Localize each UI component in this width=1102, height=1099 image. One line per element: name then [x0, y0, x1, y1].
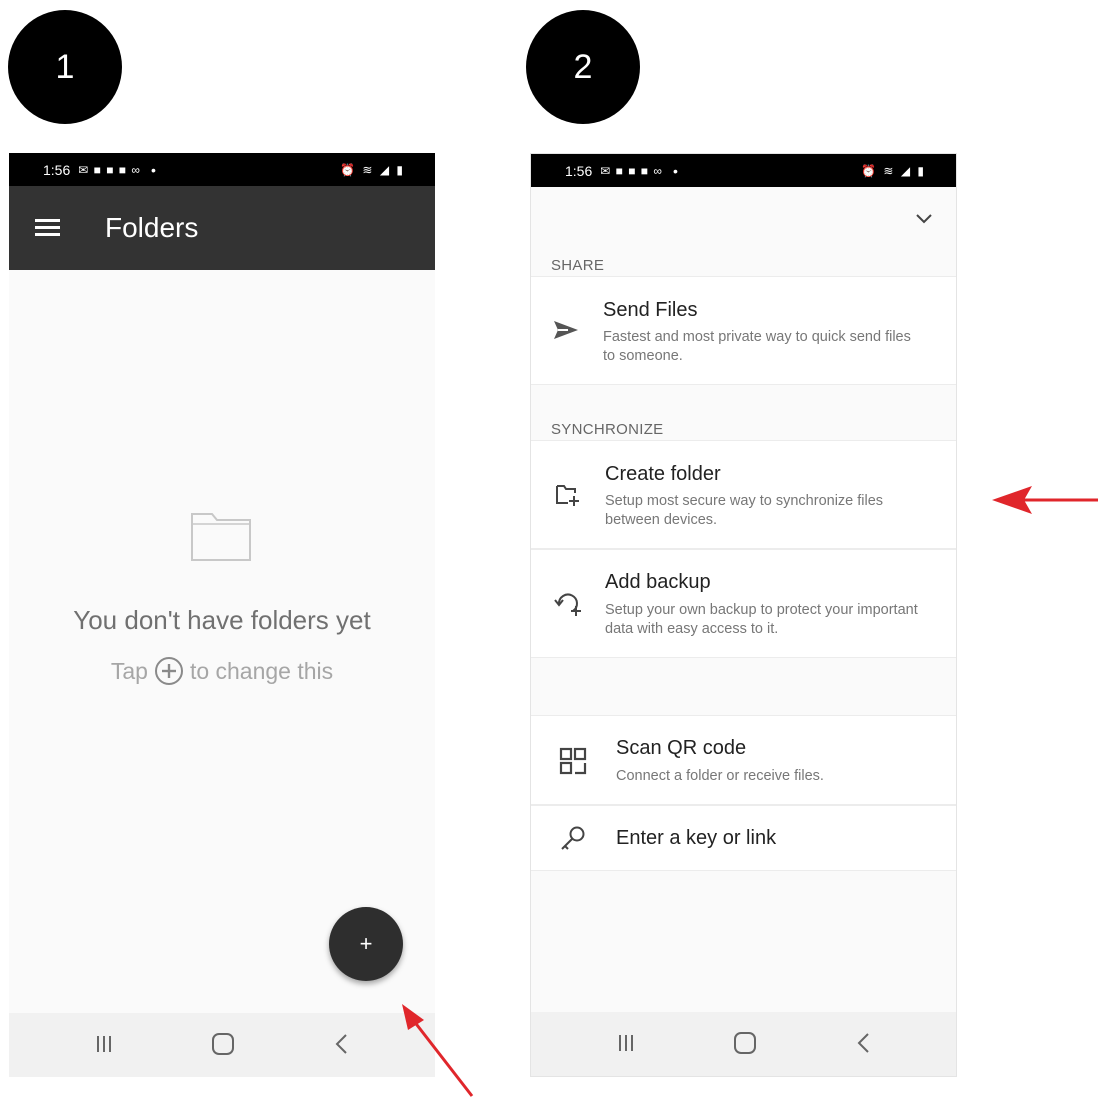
send-files-description: Fastest and most private way to quick se… — [603, 329, 911, 364]
add-backup-description: Setup your own backup to protect your im… — [605, 602, 918, 637]
add-fab-button[interactable]: + — [329, 907, 403, 981]
scan-qr-title: Scan QR code — [616, 737, 747, 759]
status-dot: • — [672, 162, 678, 179]
send-files-title: Send Files — [603, 299, 698, 321]
empty-state-title: You don't have folders yet — [73, 605, 371, 635]
add-backup-title: Add backup — [605, 571, 711, 593]
status-notification-icons: ✉ ■ ■ ■ ∞ — [78, 162, 141, 177]
status-time: 1:56 — [43, 161, 71, 178]
home-icon[interactable] — [730, 1028, 760, 1058]
backup-icon — [554, 593, 581, 616]
section-label-share: SHARE — [551, 257, 605, 274]
status-bar: 1:56 ✉ ■ ■ ■ ∞ • ⏰ ≋ ◢ ▮ — [9, 153, 435, 186]
phone-screen-add-menu: 1:56 ✉ ■ ■ ■ ∞ • ⏰ ≋ ◢ ▮ SHARE Send File… — [530, 153, 957, 1077]
send-icon — [554, 321, 578, 339]
create-folder-title: Create folder — [605, 463, 721, 485]
status-system-icons: ⏰ ≋ ◢ ▮ — [340, 162, 405, 177]
folder-icon — [191, 513, 251, 561]
status-time: 1:56 — [565, 162, 593, 179]
section-label-synchronize: SYNCHRONIZE — [551, 421, 664, 438]
annotation-arrow-create-folder — [992, 486, 1098, 514]
status-bar: 1:56 ✉ ■ ■ ■ ∞ • ⏰ ≋ ◢ ▮ — [531, 154, 956, 187]
back-icon[interactable] — [849, 1028, 879, 1058]
enter-key-item[interactable]: Enter a key or link — [531, 805, 956, 871]
empty-state-hint: Tap to change this — [9, 656, 435, 686]
step-badge-2: 2 — [526, 10, 640, 124]
status-notification-icons: ✉ ■ ■ ■ ∞ — [600, 163, 663, 178]
recents-icon[interactable] — [611, 1028, 641, 1058]
chevron-down-icon[interactable] — [914, 211, 934, 225]
system-nav-bar — [531, 1012, 956, 1076]
scan-qr-description: Connect a folder or receive files. — [616, 768, 824, 784]
home-icon[interactable] — [208, 1029, 238, 1059]
enter-key-title: Enter a key or link — [616, 827, 777, 849]
system-nav-bar — [9, 1013, 435, 1077]
send-files-item[interactable]: Send Files Fastest and most private way … — [531, 276, 956, 385]
plus-icon: + — [359, 931, 373, 956]
create-folder-description: Setup most secure way to synchronize fil… — [605, 493, 884, 528]
add-backup-item[interactable]: Add backup Setup your own backup to prot… — [531, 549, 956, 658]
recents-icon[interactable] — [89, 1029, 119, 1059]
hint-text-before: Tap — [110, 657, 148, 684]
app-bar: Folders — [9, 186, 435, 270]
phone-screen-folders: 1:56 ✉ ■ ■ ■ ∞ • ⏰ ≋ ◢ ▮ Folders You don… — [9, 153, 435, 1077]
create-folder-icon — [556, 485, 579, 506]
qr-code-icon — [559, 747, 587, 775]
add-circle-icon — [154, 657, 183, 685]
page-title: Folders — [105, 212, 199, 243]
annotation-arrow-fab — [402, 1004, 474, 1097]
menu-icon[interactable] — [35, 219, 60, 237]
scan-qr-item[interactable]: Scan QR code Connect a folder or receive… — [531, 715, 956, 805]
status-system-icons: ⏰ ≋ ◢ ▮ — [861, 163, 926, 178]
step-badge-1: 1 — [8, 10, 122, 124]
create-folder-item[interactable]: Create folder Setup most secure way to s… — [531, 440, 956, 549]
back-icon[interactable] — [327, 1029, 357, 1059]
status-dot: • — [150, 161, 156, 178]
hint-text-after: to change this — [189, 657, 334, 684]
key-icon — [561, 826, 585, 850]
